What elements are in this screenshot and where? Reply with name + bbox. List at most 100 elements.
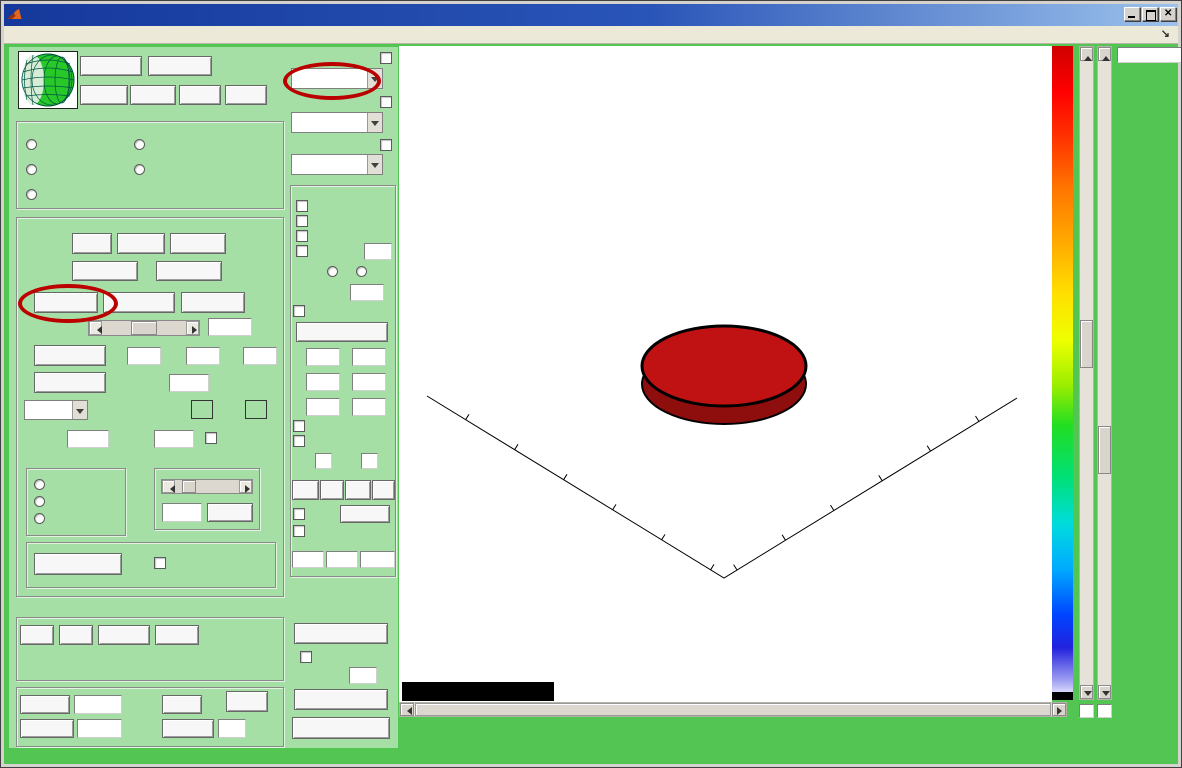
- sparsity-field[interactable]: [350, 284, 384, 301]
- tensor-dropdown[interactable]: [291, 154, 383, 175]
- frames-per-sec-field[interactable]: [349, 667, 377, 684]
- auto-name-checkbox[interactable]: [300, 651, 312, 663]
- set-zero-button[interactable]: [72, 261, 138, 281]
- scroll-down-icon[interactable]: [1080, 685, 1093, 699]
- radial-y-field[interactable]: [186, 347, 220, 365]
- use-wild-type-checkbox[interactable]: [154, 557, 166, 569]
- dock-arrow-icon[interactable]: [1161, 27, 1170, 40]
- color-range-scrollbar-1[interactable]: [1079, 46, 1094, 700]
- dropdown-arrow-icon[interactable]: [367, 155, 382, 174]
- minimize-icon[interactable]: [1124, 7, 1140, 21]
- dropdown-arrow-icon[interactable]: [367, 113, 382, 132]
- decay-field[interactable]: [154, 430, 194, 448]
- radial-z-field[interactable]: [243, 347, 277, 365]
- x-min-field[interactable]: [306, 348, 340, 366]
- d-field[interactable]: [360, 551, 395, 568]
- dilution-checkbox[interactable]: [205, 432, 217, 444]
- scrollbar-thumb[interactable]: [1098, 426, 1111, 474]
- invert-button[interactable]: [156, 261, 222, 281]
- plot-canvas[interactable]: [399, 46, 1052, 702]
- add-random-button[interactable]: [103, 292, 175, 313]
- scroll-right-icon[interactable]: [1052, 703, 1066, 716]
- radio-min[interactable]: [34, 496, 45, 507]
- tensor-axes-checkbox[interactable]: [380, 139, 392, 151]
- profile-dropdown[interactable]: [24, 400, 88, 420]
- radio-growth-tensors[interactable]: [134, 164, 145, 175]
- fe-edges-checkbox[interactable]: [296, 200, 308, 212]
- add-linear-button[interactable]: [34, 372, 106, 393]
- edit-button[interactable]: [20, 625, 54, 645]
- range-box-2[interactable]: [1097, 704, 1112, 718]
- amount-slider-thumb[interactable]: [131, 321, 157, 335]
- horizontal-scrollbar[interactable]: [399, 702, 1067, 717]
- delete-button[interactable]: [117, 233, 165, 254]
- take-snapshot-button[interactable]: [294, 689, 388, 710]
- notes-button[interactable]: [155, 625, 199, 645]
- radio-simulation[interactable]: [26, 189, 37, 200]
- range-box-1[interactable]: [1079, 704, 1094, 718]
- dropdown-arrow-icon[interactable]: [72, 401, 87, 419]
- mutation-slider-thumb[interactable]: [182, 480, 196, 493]
- color-max-field[interactable]: [1117, 47, 1182, 63]
- x-max-field[interactable]: [352, 348, 386, 366]
- mutation-field[interactable]: [162, 503, 202, 522]
- run-area-field[interactable]: [218, 719, 246, 738]
- pol-grad-checkbox[interactable]: [296, 215, 308, 227]
- clip-checkbox[interactable]: [293, 508, 305, 520]
- rename-button[interactable]: [170, 233, 226, 254]
- diffusion-field[interactable]: [67, 430, 109, 448]
- call-button[interactable]: [59, 625, 93, 645]
- run-until-button[interactable]: [20, 719, 74, 738]
- cells-checkbox[interactable]: [296, 230, 308, 242]
- el-field[interactable]: [326, 551, 358, 568]
- run-time-field[interactable]: [77, 719, 122, 738]
- load-button[interactable]: [80, 56, 142, 76]
- direction-field[interactable]: [169, 374, 209, 392]
- step-button[interactable]: [162, 695, 202, 714]
- radio-decor-b[interactable]: [356, 266, 367, 277]
- slider-left-arrow-icon[interactable]: [162, 480, 175, 493]
- revert-button[interactable]: [207, 503, 253, 522]
- auto-color-range-checkbox[interactable]: [293, 435, 305, 447]
- scrollbar-thumb[interactable]: [415, 703, 1051, 716]
- mgens-button[interactable]: [340, 505, 390, 523]
- color-range-scrollbar-2[interactable]: [1097, 46, 1112, 700]
- stop-button[interactable]: [226, 691, 268, 712]
- multi-plot-checkbox[interactable]: [296, 245, 308, 257]
- zoom-button[interactable]: [320, 480, 344, 500]
- y-min-field[interactable]: [306, 373, 340, 391]
- run-to-button[interactable]: [162, 719, 214, 738]
- radial-x-field[interactable]: [127, 347, 161, 365]
- add-const-button[interactable]: [34, 292, 98, 313]
- ru-button[interactable]: [372, 480, 395, 500]
- radio-max[interactable]: [34, 513, 45, 524]
- radio-cells[interactable]: [134, 139, 145, 150]
- dropdown-arrow-icon[interactable]: [367, 69, 382, 88]
- radio-factors[interactable]: [26, 164, 37, 175]
- factor-dropdown[interactable]: [291, 68, 383, 89]
- output-dropdown[interactable]: [291, 112, 383, 133]
- slider-left-arrow-icon[interactable]: [89, 321, 102, 335]
- min-field[interactable]: [315, 453, 332, 469]
- slider-right-arrow-icon[interactable]: [186, 321, 199, 335]
- clipping-plane-checkbox[interactable]: [293, 525, 305, 537]
- pos-color-swatch[interactable]: [191, 400, 213, 419]
- run-for-button[interactable]: [20, 695, 70, 714]
- run-steps-field[interactable]: [74, 695, 122, 714]
- scrollbar-thumb[interactable]: [1080, 320, 1093, 368]
- from-picture-button[interactable]: [296, 322, 388, 342]
- plot-current-factor-checkbox[interactable]: [380, 52, 392, 64]
- plot-output-value-checkbox[interactable]: [380, 96, 392, 108]
- scroll-left-icon[interactable]: [400, 703, 414, 716]
- new-button[interactable]: [72, 233, 112, 254]
- z-min-field[interactable]: [306, 398, 340, 416]
- reset-button[interactable]: [225, 85, 267, 105]
- reload-button[interactable]: [130, 85, 176, 105]
- show-history-button[interactable]: [292, 717, 390, 739]
- scroll-down-icon[interactable]: [1098, 685, 1111, 699]
- z-max-field[interactable]: [352, 398, 386, 416]
- save-button[interactable]: [179, 85, 221, 105]
- restart-button[interactable]: [80, 85, 128, 105]
- multi-plot-field[interactable]: [364, 243, 392, 260]
- monochrome-checkbox[interactable]: [293, 420, 305, 432]
